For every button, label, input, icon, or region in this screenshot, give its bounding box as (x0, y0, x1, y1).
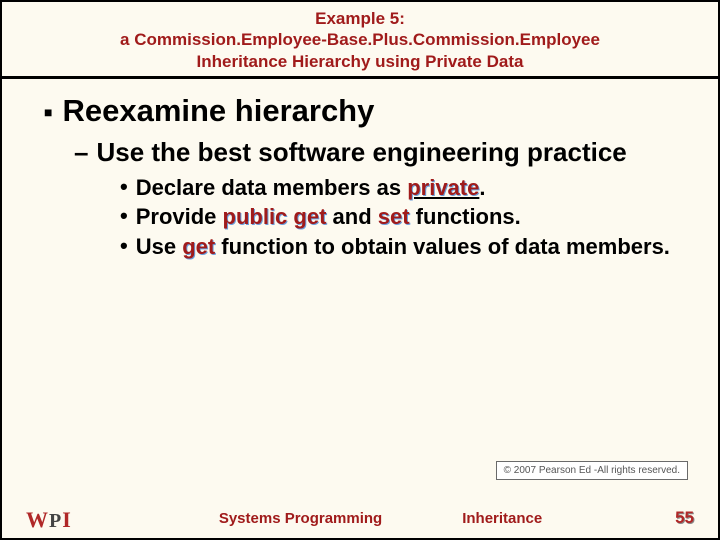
wpi-logo: W P I (26, 505, 86, 531)
keyword-set: setset (378, 203, 410, 231)
logo-p: P (49, 511, 61, 531)
bullet-level-1: ■ Reexamine hierarchy (44, 93, 676, 129)
slide-title: Example 5: a Commission.Employee-Base.Pl… (2, 2, 718, 79)
logo-i: I (62, 509, 71, 531)
title-line-1: Example 5: (62, 8, 658, 29)
dot-bullet-icon: • (120, 203, 128, 229)
square-bullet-icon: ■ (44, 105, 52, 119)
footer-topic: Inheritance (462, 510, 542, 527)
keyword-get-2: getget (182, 233, 215, 261)
b1-pre: Declare data members as (136, 175, 408, 200)
lvl2-text: Use the best software engineering practi… (96, 137, 626, 168)
title-line-3: Inheritance Hierarchy using Private Data (62, 51, 658, 72)
lvl3-text-2: Provide publicpublic getget and setset f… (136, 203, 521, 231)
title-line-2: a Commission.Employee-Base.Plus.Commissi… (62, 29, 658, 50)
footer-course: Systems Programming (219, 510, 382, 527)
keyword-public: publicpublic (223, 203, 288, 231)
footer-center: Systems Programming Inheritance (86, 510, 675, 527)
b2-post: functions. (410, 204, 521, 229)
bullet-level-3-item-3: • Use getget function to obtain values o… (120, 233, 676, 261)
b3-pre: Use (136, 234, 182, 259)
logo-w: W (26, 509, 48, 531)
keyword-get: getget (293, 203, 326, 231)
b2-pre: Provide (136, 204, 223, 229)
keyword-private: privateprivate (407, 174, 479, 202)
b2-mid2: and (326, 204, 377, 229)
page-number: 55 55 (675, 508, 694, 528)
copyright-notice: © 2007 Pearson Ed -All rights reserved. (496, 461, 688, 480)
lvl1-text: Reexamine hierarchy (62, 93, 374, 129)
lvl3-text-1: Declare data members as privateprivate. (136, 174, 486, 202)
footer: W P I Systems Programming Inheritance 55… (2, 498, 718, 538)
dot-bullet-icon: • (120, 233, 128, 259)
bullet-level-2: – Use the best software engineering prac… (74, 137, 676, 168)
dash-bullet-icon: – (74, 137, 88, 168)
dot-bullet-icon: • (120, 174, 128, 200)
b3-post: function to obtain values of data member… (215, 234, 670, 259)
lvl3-text-3: Use getget function to obtain values of … (136, 233, 670, 261)
bullet-level-3-item-1: • Declare data members as privateprivate… (120, 174, 676, 202)
slide: Example 5: a Commission.Employee-Base.Pl… (0, 0, 720, 540)
bullet-level-3-item-2: • Provide publicpublic getget and setset… (120, 203, 676, 231)
